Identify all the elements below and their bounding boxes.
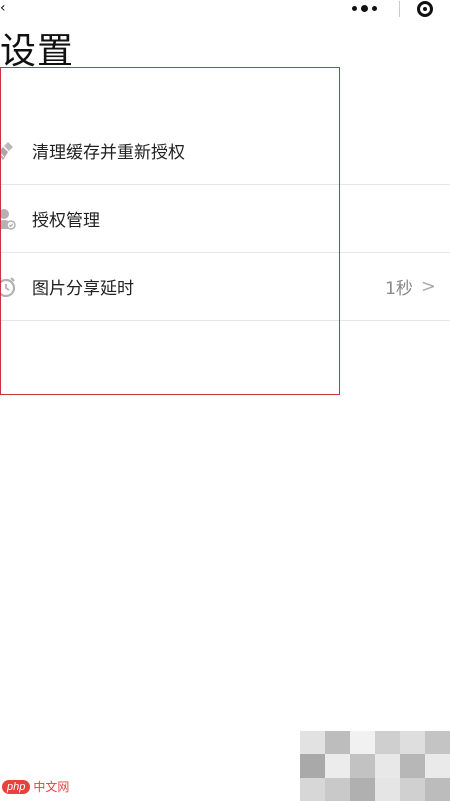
more-dots-icon[interactable] bbox=[329, 5, 399, 12]
settings-item-label: 图片分享延时 bbox=[32, 279, 134, 299]
chevron-right-icon: > bbox=[420, 276, 436, 297]
broom-icon bbox=[0, 140, 16, 162]
blurred-mosaic bbox=[300, 731, 450, 801]
settings-item-value: 1秒 > bbox=[385, 274, 436, 299]
delay-value: 1秒 bbox=[385, 279, 413, 299]
settings-page: ‹ 设置 清理缓存并重新授权 授权管理 图片分享延时 1秒 > php 中文网 bbox=[0, 0, 450, 801]
back-icon[interactable]: ‹ bbox=[0, 1, 6, 15]
settings-item-authorization[interactable]: 授权管理 bbox=[0, 185, 450, 253]
alarm-clock-icon bbox=[0, 276, 16, 298]
settings-item-clear-cache[interactable]: 清理缓存并重新授权 bbox=[0, 117, 450, 185]
settings-item-image-share-delay[interactable]: 图片分享延时 1秒 > bbox=[0, 253, 450, 321]
watermark-site: 中文网 bbox=[33, 780, 70, 794]
settings-item-label: 授权管理 bbox=[32, 211, 100, 231]
mini-program-capsule bbox=[329, 0, 450, 18]
watermark: php 中文网 bbox=[2, 778, 69, 795]
target-close-icon[interactable] bbox=[400, 1, 450, 17]
user-shield-icon bbox=[0, 208, 16, 230]
settings-list: 清理缓存并重新授权 授权管理 图片分享延时 1秒 > bbox=[0, 117, 450, 321]
watermark-logo: php bbox=[2, 779, 31, 794]
settings-item-label: 清理缓存并重新授权 bbox=[32, 143, 185, 163]
page-title: 设置 bbox=[0, 31, 75, 72]
